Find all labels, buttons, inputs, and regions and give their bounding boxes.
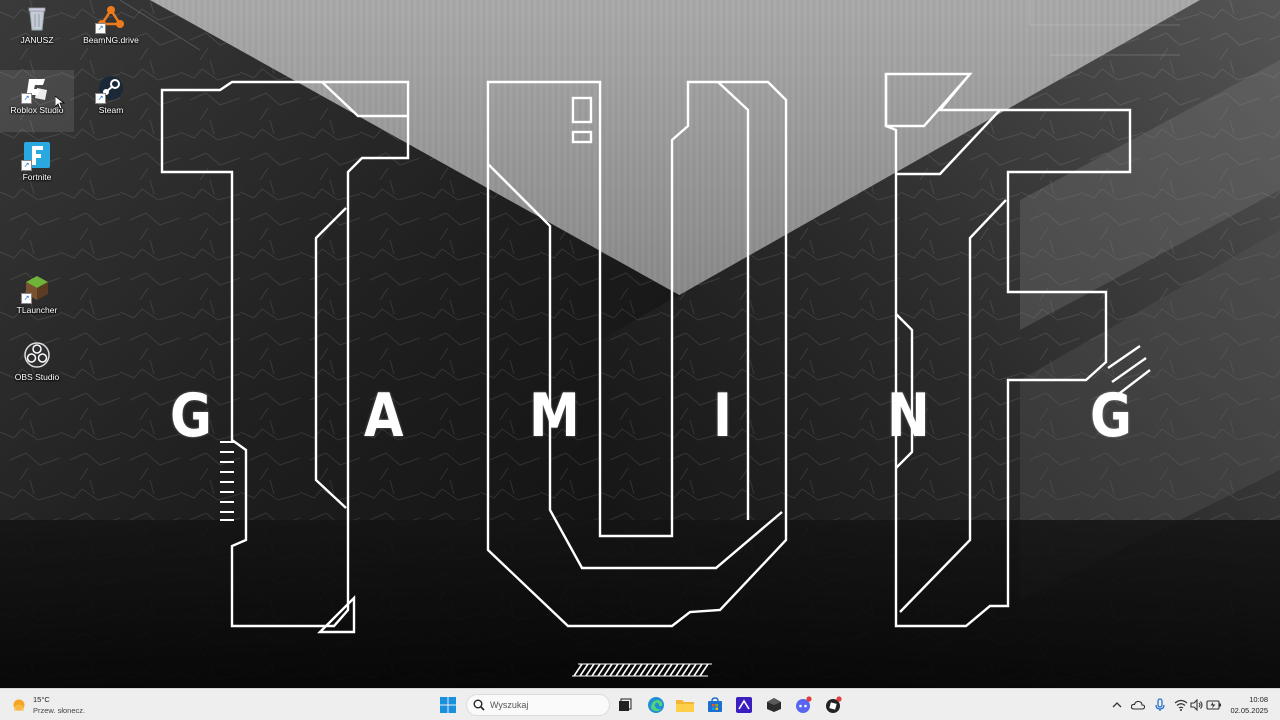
desktop-icon-steam[interactable]: ↗ Steam xyxy=(74,70,148,132)
tray-battery[interactable] xyxy=(1206,697,1222,713)
mouse-cursor-icon xyxy=(55,96,65,110)
obs-studio-icon xyxy=(23,341,51,369)
taskbar-app-discord[interactable] xyxy=(791,693,815,717)
taskbar-clock[interactable]: 10:08 02.05.2025 xyxy=(1230,694,1268,716)
recycle-bin-icon xyxy=(23,4,51,32)
desktop-icon-label: BeamNG.drive xyxy=(83,35,139,45)
search-icon xyxy=(473,699,485,711)
weather-temperature: 15°C xyxy=(33,695,50,704)
microphone-icon xyxy=(1155,698,1165,711)
task-view-button[interactable] xyxy=(613,693,637,717)
taskbar-app-visual-studio[interactable] xyxy=(732,693,756,717)
battery-charging-icon xyxy=(1206,700,1221,710)
roblox-icon xyxy=(826,696,842,713)
wallpaper-letter-a: A xyxy=(364,381,404,451)
desktop-wallpaper: G A M I N G xyxy=(0,0,1280,688)
folder-icon xyxy=(676,700,694,712)
beamng-icon: ↗ xyxy=(95,4,125,34)
desktop-icon-label: OBS Studio xyxy=(14,372,60,382)
tray-onedrive[interactable] xyxy=(1130,697,1146,713)
tray-wifi[interactable] xyxy=(1173,697,1189,713)
edge-browser-icon xyxy=(648,697,664,713)
taskbar-app-edge[interactable] xyxy=(644,693,668,717)
clock-date: 02.05.2025 xyxy=(1230,706,1268,715)
shortcut-arrow-icon: ↗ xyxy=(21,93,32,104)
desktop-icon-fortnite[interactable]: ↗ Fortnite xyxy=(0,137,74,199)
shortcut-arrow-icon: ↗ xyxy=(21,160,32,171)
tray-microphone[interactable] xyxy=(1152,697,1168,713)
desktop-icon-label: Fortnite xyxy=(22,172,52,182)
wallpaper-letter-g1: G xyxy=(170,381,212,451)
wallpaper-letter-i: I xyxy=(713,381,732,451)
store-bag-icon xyxy=(708,697,722,712)
sun-icon xyxy=(13,699,25,711)
desktop-icon-label: TLauncher xyxy=(16,305,58,315)
taskbar-app-file-explorer[interactable] xyxy=(673,693,697,717)
code-editor-icon xyxy=(736,697,752,713)
cloud-icon xyxy=(1131,700,1145,710)
desktop-icon-obs-studio[interactable]: OBS Studio xyxy=(0,337,74,399)
fortnite-icon: ↗ xyxy=(21,141,51,171)
taskbar-app-microsoft-store[interactable] xyxy=(703,693,727,717)
cube-app-icon xyxy=(767,698,781,712)
taskbar-app-unity[interactable] xyxy=(762,693,786,717)
tray-volume[interactable] xyxy=(1189,697,1205,713)
start-button[interactable] xyxy=(436,693,460,717)
task-view-icon xyxy=(619,698,632,711)
desktop-icon-label: Steam xyxy=(98,105,124,115)
wallpaper-letter-m: M xyxy=(529,381,580,451)
taskbar-search-box[interactable]: Wyszukaj xyxy=(466,694,610,716)
desktop-icon-tlauncher[interactable]: ↗ TLauncher xyxy=(0,270,74,332)
clock-time: 10:08 xyxy=(1249,695,1268,704)
taskbar: 15°C Przew. słonecz. Wyszukaj 10:08 02.0… xyxy=(0,688,1280,720)
chevron-up-icon xyxy=(1112,702,1122,708)
shortcut-arrow-icon: ↗ xyxy=(95,23,106,34)
desktop-icon-label: JANUSZ xyxy=(20,35,54,45)
weather-condition: Przew. słonecz. xyxy=(33,706,86,715)
desktop-icon-recycle-bin[interactable]: JANUSZ xyxy=(0,0,74,62)
discord-icon xyxy=(796,696,812,713)
wallpaper-letter-n: N xyxy=(887,381,930,451)
shortcut-arrow-icon: ↗ xyxy=(95,93,106,104)
tray-overflow-button[interactable] xyxy=(1109,697,1125,713)
speaker-icon xyxy=(1190,699,1203,711)
wallpaper-letter-g2: G xyxy=(1090,381,1132,451)
desktop-icon-beamng[interactable]: ↗ BeamNG.drive xyxy=(74,0,148,62)
tuf-gaming-wallpaper-art xyxy=(0,0,1280,688)
taskbar-app-roblox-player[interactable] xyxy=(821,693,845,717)
wifi-icon xyxy=(1174,699,1188,711)
windows-logo-icon xyxy=(440,697,456,713)
shortcut-arrow-icon: ↗ xyxy=(21,293,32,304)
tlauncher-icon: ↗ xyxy=(21,274,51,304)
steam-icon: ↗ xyxy=(95,74,125,104)
search-placeholder: Wyszukaj xyxy=(490,700,529,710)
roblox-studio-icon: ↗ xyxy=(21,74,51,104)
